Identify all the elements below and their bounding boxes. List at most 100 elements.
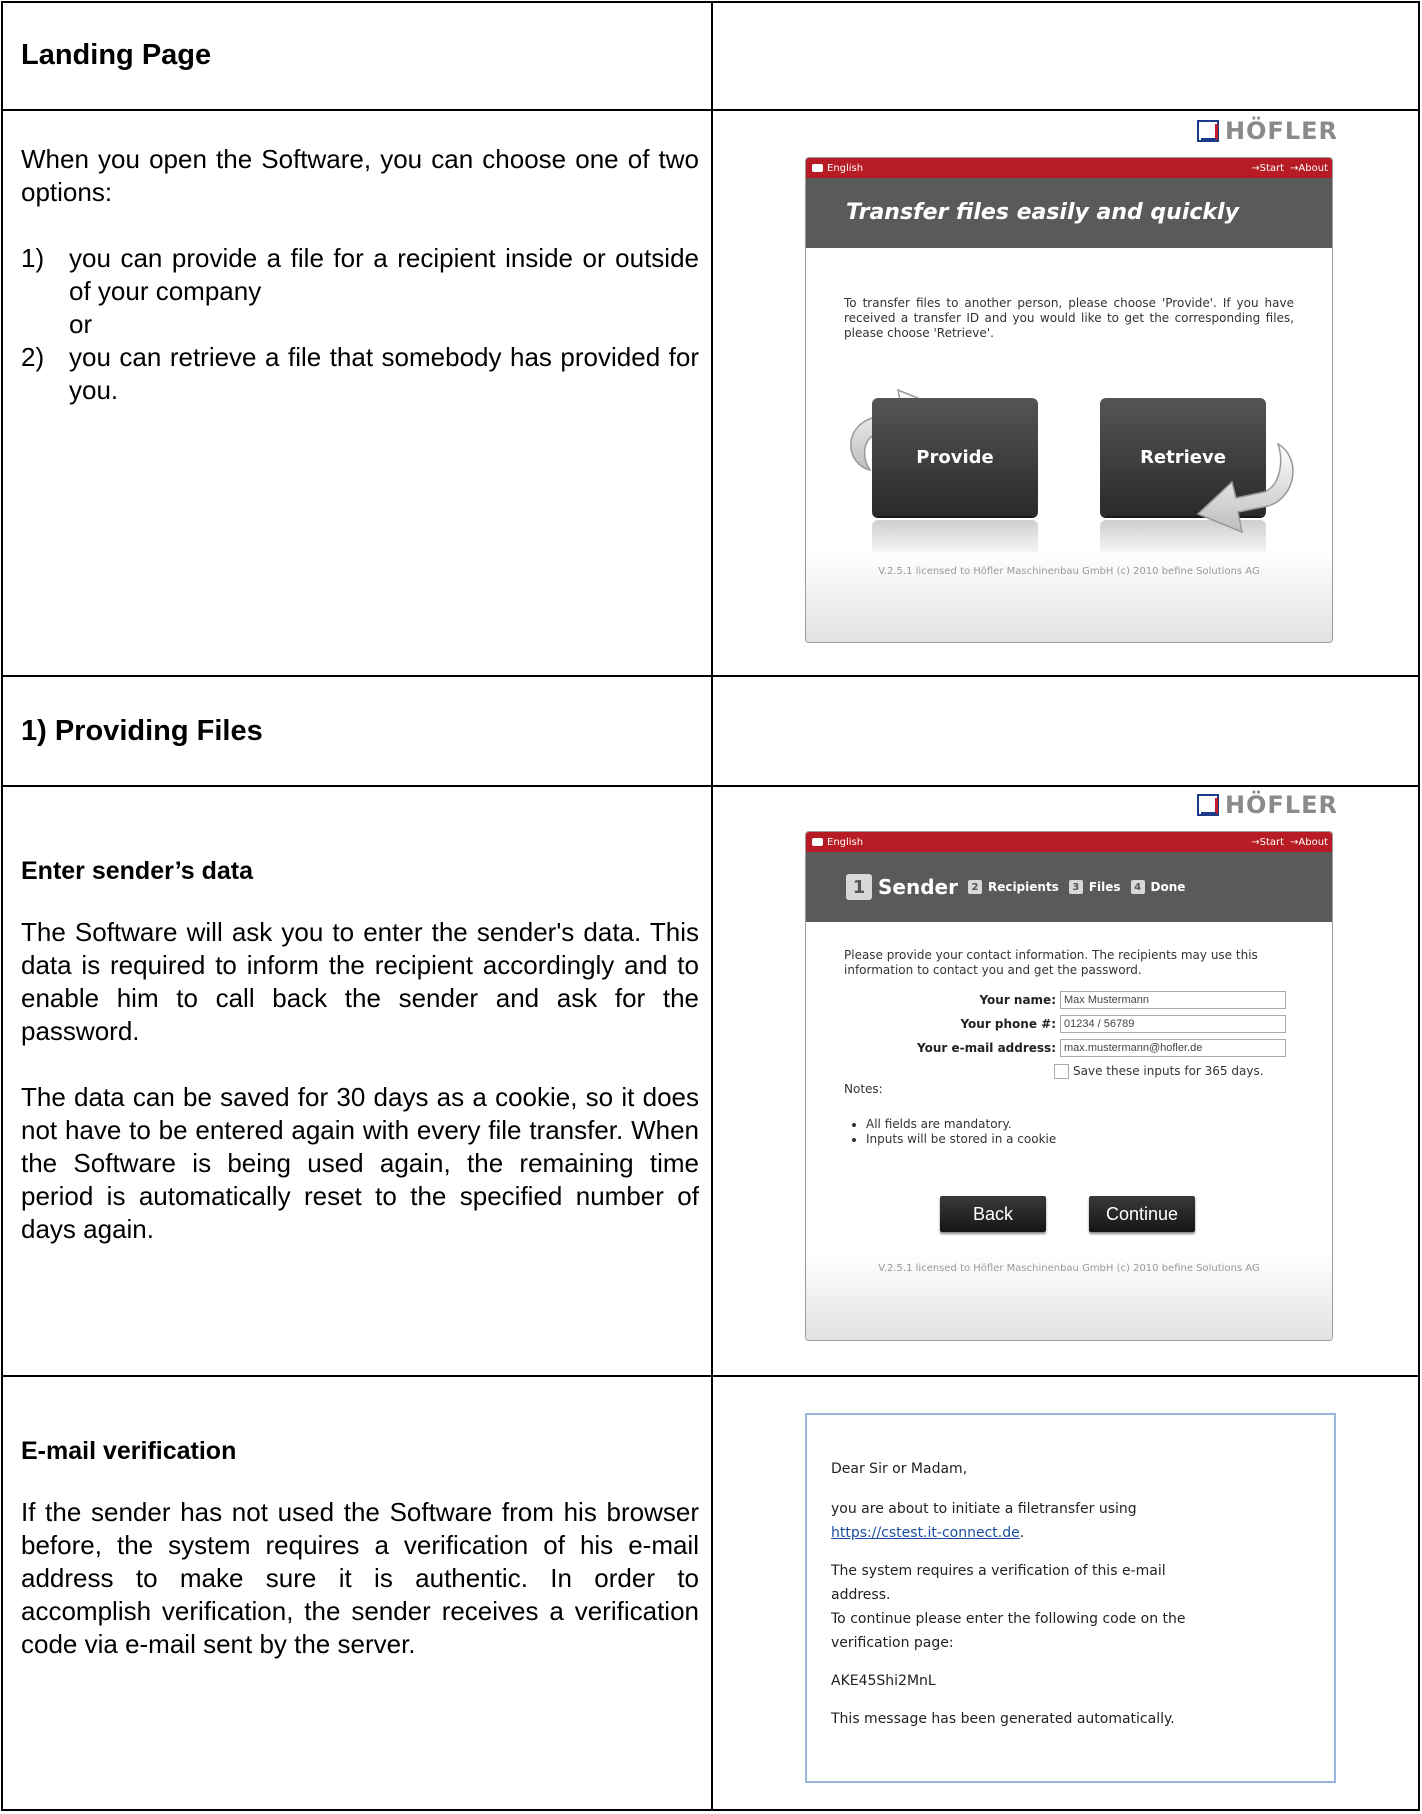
landing-screenshot: HÖFLER English →Start →About Transfer fil… (713, 111, 1337, 677)
start-link[interactable]: →Start (1251, 163, 1284, 174)
phone-label: Your phone #: (960, 1016, 1056, 1031)
app-header: 1 Sender 2 Recipients 3 Files 4 Done (806, 852, 1332, 922)
language-selector[interactable]: English (812, 837, 863, 848)
sender-form-area: Please provide your contact information.… (844, 948, 1294, 1147)
app-footer: V.2.5.1 licensed to Höfler Maschinenbau … (806, 1252, 1332, 1340)
note-item: Inputs will be stored in a cookie (866, 1132, 1294, 1147)
wizard-steps: 1 Sender 2 Recipients 3 Files 4 Done (806, 852, 1332, 922)
step-3-label: Files (1088, 880, 1121, 894)
speech-bubble-icon (812, 164, 823, 172)
sender-intro: Please provide your contact information.… (844, 948, 1258, 977)
verification-email: Dear Sir or Madam, you are about to init… (805, 1413, 1336, 1783)
step-4-number: 4 (1130, 880, 1145, 894)
option-number: 2) (21, 342, 45, 372)
continue-button[interactable]: Continue (1089, 1196, 1195, 1232)
verification-text: E-mail verification If the sender has no… (21, 1437, 699, 1661)
email-body: Dear Sir or Madam, you are about to init… (831, 1457, 1201, 1731)
email-link-suffix: . (1019, 1525, 1025, 1541)
verification-subheading: E-mail verification (21, 1437, 237, 1465)
name-field-row: Your name: Max Mustermann (844, 988, 1294, 1012)
sender-subheading: Enter sender’s data (21, 857, 254, 885)
footer-text: V.2.5.1 licensed to Höfler Maschinenbau … (878, 566, 1260, 577)
top-bar: English →Start →About (806, 158, 1332, 178)
app-header: Transfer files easily and quickly (806, 178, 1332, 248)
step-2-number: 2 (967, 880, 982, 894)
email-line-2: The system requires a verification of th… (831, 1563, 1166, 1603)
language-label: English (827, 836, 864, 848)
sender-paragraph-2: The data can be saved for 30 days as a c… (21, 1082, 699, 1244)
email-label: Your e-mail address: (916, 1040, 1056, 1055)
footer-text: V.2.5.1 licensed to Höfler Maschinenbau … (878, 1263, 1260, 1274)
app-title: Transfer files easily and quickly (846, 200, 1239, 225)
sender-row: Enter sender’s data The Software will as… (3, 787, 1418, 1377)
landing-heading: Landing Page (21, 39, 212, 71)
landing-text: When you open the Software, you can choo… (21, 143, 699, 407)
step-1-label: Sender (878, 875, 958, 899)
hofler-logo-text: HÖFLER (1224, 117, 1338, 145)
speech-bubble-icon (812, 838, 823, 846)
step-3-number: 3 (1068, 880, 1083, 894)
save-inputs-label: Save these inputs for 365 days. (1073, 1063, 1264, 1078)
sender-screenshot: HÖFLER English →Start →About 1 Sender 2 R… (713, 787, 1337, 1377)
top-links: →Start →About (1245, 163, 1328, 174)
option-text: you can retrieve a file that somebody ha… (69, 342, 699, 405)
language-label: English (827, 162, 864, 174)
about-link[interactable]: →About (1290, 837, 1328, 848)
step-4-label: Done (1150, 880, 1186, 894)
provide-button[interactable]: Provide (872, 398, 1038, 560)
name-label: Your name: (979, 992, 1056, 1007)
providing-heading: 1) Providing Files (21, 715, 263, 747)
email-greeting: Dear Sir or Madam, (831, 1461, 968, 1477)
landing-content-row: When you open the Software, you can choo… (3, 111, 1418, 677)
landing-options-list: 1) you can provide a file for a recipient… (21, 242, 699, 308)
landing-app-window: English →Start →About Transfer files easi… (805, 157, 1333, 643)
top-links: →Start →About (1245, 837, 1328, 848)
language-selector[interactable]: English (812, 163, 863, 174)
email-link[interactable]: https://cstest.it-connect.de (831, 1525, 1020, 1541)
hofler-logo-text: HÖFLER (1224, 791, 1338, 819)
landing-option-1: 1) you can provide a file for a recipient… (21, 242, 699, 308)
notes-list: All fields are mandatory. Inputs will be… (844, 1117, 1294, 1147)
sender-paragraph-1: The Software will ask you to enter the s… (21, 917, 699, 1046)
email-input[interactable]: max.mustermann@hofler.de (1060, 1039, 1286, 1057)
note-item: All fields are mandatory. (866, 1117, 1294, 1132)
hofler-logo-icon (1196, 794, 1219, 816)
about-link[interactable]: →About (1290, 163, 1328, 174)
top-bar: English →Start →About (806, 832, 1332, 852)
hofler-logo: HÖFLER (1196, 117, 1338, 145)
email-closing: This message has been generated automati… (831, 1711, 1175, 1727)
landing-options-list-2: 2) you can retrieve a file that somebody … (21, 341, 699, 407)
landing-intro: When you open the Software, you can choo… (21, 144, 699, 207)
sender-app-window: English →Start →About 1 Sender 2 Recipien… (805, 831, 1333, 1341)
option-number: 1) (21, 243, 45, 273)
verification-row: E-mail verification If the sender has no… (3, 1377, 1418, 1813)
sender-text: Enter sender’s data The Software will as… (21, 857, 699, 1246)
landing-or: or (69, 309, 93, 339)
save-inputs-checkbox[interactable] (1054, 1063, 1069, 1079)
provide-label: Provide (916, 446, 994, 468)
name-input[interactable]: Max Mustermann (1060, 991, 1286, 1009)
notes-label: Notes: (844, 1082, 883, 1096)
verification-paragraph: If the sender has not used the Software … (21, 1497, 699, 1659)
landing-option-2: 2) you can retrieve a file that somebody … (21, 341, 699, 407)
retrieve-arrow-icon (1196, 442, 1294, 534)
email-screenshot: Dear Sir or Madam, you are about to init… (713, 1377, 1336, 1813)
email-link-line: https://cstest.it-connect.de. (831, 1521, 1201, 1545)
save-inputs-row: Save these inputs for 365 days. (844, 1060, 1294, 1082)
email-line-1: you are about to initiate a filetransfer… (831, 1501, 1137, 1517)
email-line-3: To continue please enter the following c… (831, 1611, 1186, 1651)
providing-heading-row: 1) Providing Files (3, 677, 1418, 787)
hofler-logo: HÖFLER (1196, 791, 1338, 819)
hofler-logo-icon (1196, 120, 1219, 142)
phone-input[interactable]: 01234 / 56789 (1060, 1015, 1286, 1033)
option-text: you can provide a file for a recipient i… (69, 243, 699, 306)
phone-field-row: Your phone #: 01234 / 56789 (844, 1012, 1294, 1036)
verification-code: AKE45Shi2MnL (831, 1673, 936, 1689)
back-button[interactable]: Back (940, 1196, 1046, 1232)
step-2-label: Recipients (987, 880, 1059, 894)
start-link[interactable]: →Start (1251, 837, 1284, 848)
document-table: Landing Page When you open the Software,… (1, 1, 1420, 1811)
app-footer: V.2.5.1 licensed to Höfler Maschinenbau … (806, 552, 1332, 642)
step-1-number: 1 (846, 874, 872, 900)
landing-instructions: To transfer files to another person, ple… (844, 296, 1294, 340)
